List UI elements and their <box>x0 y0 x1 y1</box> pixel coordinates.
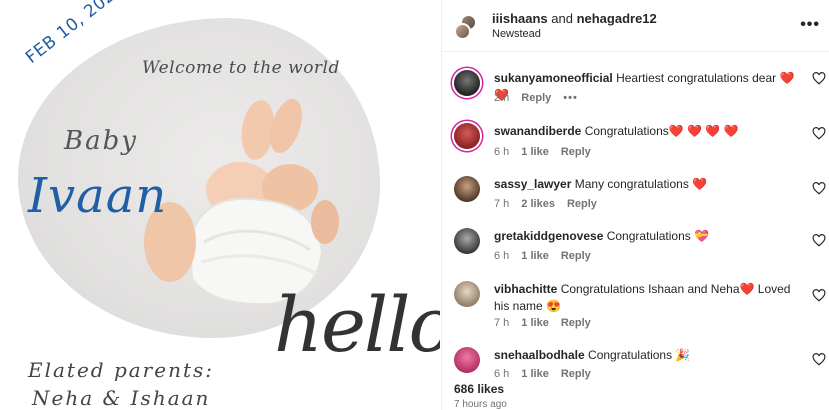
reply-button[interactable]: Reply <box>521 92 551 104</box>
collab-avatar[interactable] <box>454 14 478 40</box>
comment-time: 2 h <box>494 92 510 104</box>
avatar[interactable] <box>454 281 480 307</box>
heart-outline-icon[interactable] <box>812 234 826 247</box>
comment-likes[interactable]: 1 like <box>521 317 549 329</box>
comment-options-icon[interactable]: ••• <box>563 92 578 104</box>
comment-username[interactable]: sukanyamoneofficial <box>494 71 613 85</box>
comment-body: vibhachitte Congratulations Ishaan and N… <box>494 281 806 315</box>
likes-count[interactable]: 686 likes <box>454 382 504 396</box>
comment-time: 6 h <box>494 146 510 158</box>
comment-meta: 6 h 1 like Reply <box>494 250 603 262</box>
hello-text: hello <box>274 280 440 369</box>
avatar[interactable] <box>454 70 480 96</box>
post-timestamp: 7 hours ago <box>454 399 507 410</box>
comment-text: Congratulations❤️ ❤️ ❤️ ❤️ <box>584 124 739 138</box>
post-image[interactable]: FEB 10, 2025 Welcome to the world Baby I… <box>0 0 440 410</box>
comment-username[interactable]: sassy_lawyer <box>494 177 571 191</box>
post-authors: iiishaans and nehagadre12 <box>492 11 657 26</box>
comment-time: 6 h <box>494 368 510 380</box>
comment-username[interactable]: swanandiberde <box>494 124 581 138</box>
author-separator: and <box>547 11 577 26</box>
comment-time: 7 h <box>494 198 510 210</box>
reply-button[interactable]: Reply <box>561 368 591 380</box>
comment-body: swanandiberde Congratulations❤️ ❤️ ❤️ ❤️ <box>494 123 806 140</box>
comment-likes[interactable]: 1 like <box>521 250 549 262</box>
heart-outline-icon[interactable] <box>812 182 826 195</box>
comment-body: snehaalbodhale Congratulations 🎉 <box>494 347 806 364</box>
comments-panel: iiishaans and nehagadre12 Newstead ••• s… <box>441 0 829 410</box>
heart-outline-icon[interactable] <box>812 353 826 366</box>
avatar[interactable] <box>454 228 480 254</box>
comment-meta: 2 h Reply ••• <box>494 92 590 104</box>
more-options-icon[interactable]: ••• <box>800 16 820 34</box>
avatar[interactable] <box>454 347 480 373</box>
heart-outline-icon[interactable] <box>812 72 826 85</box>
location-link[interactable]: Newstead <box>492 28 541 40</box>
avatar[interactable] <box>454 123 480 149</box>
reply-button[interactable]: Reply <box>561 317 591 329</box>
comment-username[interactable]: vibhachitte <box>494 282 557 296</box>
comment-meta: 6 h 1 like Reply <box>494 146 603 158</box>
welcome-text: Welcome to the world <box>142 58 340 78</box>
reply-button[interactable]: Reply <box>561 250 591 262</box>
author-link[interactable]: iiishaans <box>492 11 548 26</box>
comment-text: Congratulations 💝 <box>606 229 710 243</box>
comment-body: gretakiddgenovese Congratulations 💝 <box>494 228 806 245</box>
parents-title: Elated parents: <box>28 358 214 382</box>
comment-text: Congratulations 🎉 <box>588 348 691 362</box>
parents-names: Neha & Ishaan <box>32 386 211 410</box>
reply-button[interactable]: Reply <box>561 146 591 158</box>
reply-button[interactable]: Reply <box>567 198 597 210</box>
heart-outline-icon[interactable] <box>812 289 826 302</box>
comment-likes[interactable]: 1 like <box>521 368 549 380</box>
avatar <box>454 23 471 40</box>
comment-body: sassy_lawyer Many congratulations ❤️ <box>494 176 806 193</box>
author-link[interactable]: nehagadre12 <box>577 11 657 26</box>
comment-likes[interactable]: 2 likes <box>521 198 555 210</box>
comment-text: Many congratulations ❤️ <box>574 177 708 191</box>
baby-label: Baby <box>64 126 138 156</box>
comment-time: 7 h <box>494 317 510 329</box>
post-header: iiishaans and nehagadre12 Newstead ••• <box>442 0 829 52</box>
baby-name: Ivaan <box>28 168 168 224</box>
comment-meta: 7 h 2 likes Reply <box>494 198 609 210</box>
avatar[interactable] <box>454 176 480 202</box>
comment-time: 6 h <box>494 250 510 262</box>
comment-username[interactable]: gretakiddgenovese <box>494 229 603 243</box>
comment-likes[interactable]: 1 like <box>521 146 549 158</box>
heart-outline-icon[interactable] <box>812 127 826 140</box>
comment-meta: 7 h 1 like Reply <box>494 317 603 329</box>
comment-meta: 6 h 1 like Reply <box>494 368 603 380</box>
comment-username[interactable]: snehaalbodhale <box>494 348 585 362</box>
